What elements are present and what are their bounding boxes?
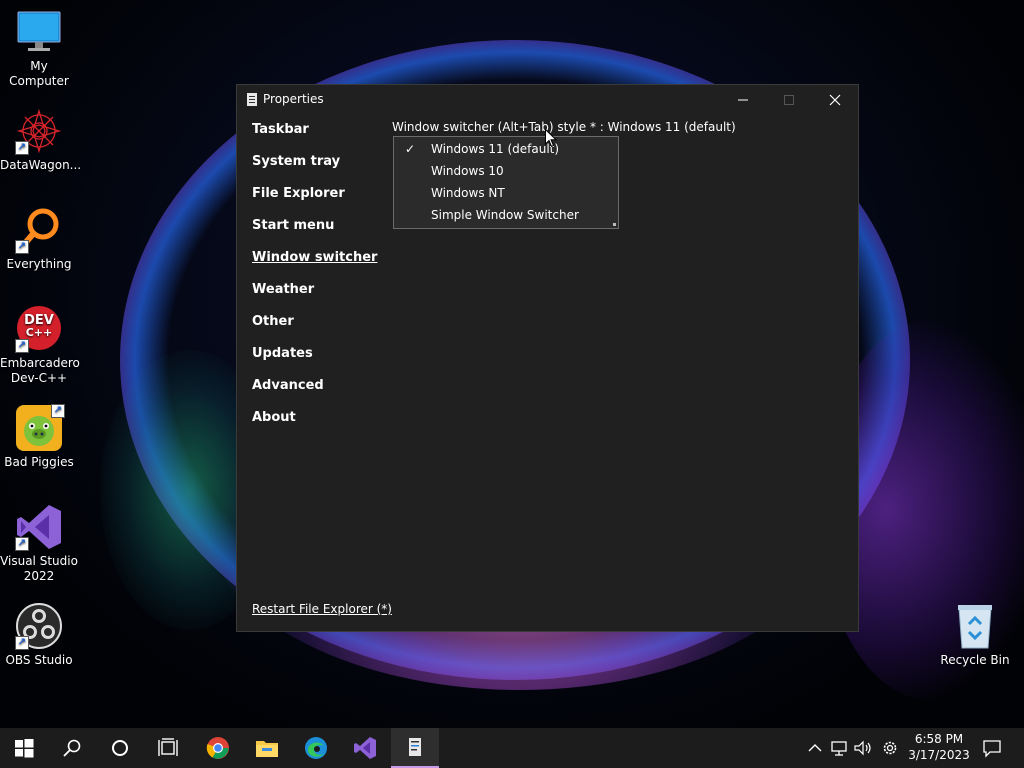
nav-item-updates[interactable]: Updates: [252, 345, 377, 377]
taskbar: 6:58 PM 3/17/2023: [0, 728, 1024, 768]
desktop-icon-datawagon[interactable]: ↗ DataWagon...: [0, 107, 82, 173]
shortcut-arrow-icon: ↗: [51, 404, 65, 418]
shortcut-arrow-icon: ↗: [15, 339, 29, 353]
resize-grip-icon[interactable]: [613, 223, 616, 226]
desktop-icon-label-line2: Dev-C++: [10, 371, 68, 385]
mouse-cursor-icon: [545, 129, 557, 148]
desktop-icon-label: Everything: [6, 257, 72, 271]
properties-app-icon: [247, 93, 257, 106]
maximize-icon: [784, 95, 794, 105]
desktop-icon-label: OBS Studio: [5, 653, 73, 667]
shortcut-arrow-icon: ↗: [15, 537, 29, 551]
properties-app-icon: [409, 738, 421, 756]
bad-piggies-icon: ↗: [15, 404, 65, 452]
desktop-icon-everything[interactable]: ↗ Everything: [0, 206, 78, 272]
window-switcher-style-menu: ✓ Windows 11 (default) Windows 10 Window…: [393, 136, 619, 229]
everything-magnifier-icon: ↗: [15, 206, 63, 254]
nav-item-weather[interactable]: Weather: [252, 281, 377, 313]
desktop-icon-label-line1: Embarcadero: [0, 356, 80, 370]
restart-file-explorer-link[interactable]: Restart File Explorer (*): [252, 602, 392, 616]
desktop-icon-obs-studio[interactable]: ↗ OBS Studio: [0, 602, 78, 668]
desktop-icon-label-line1: Visual Studio: [0, 554, 78, 568]
desktop-icon-label-line2: 2022: [23, 569, 55, 583]
close-button[interactable]: [812, 85, 858, 115]
minimize-button[interactable]: [720, 85, 766, 115]
cortana-button[interactable]: [96, 728, 144, 768]
shortcut-arrow-icon: ↗: [15, 240, 29, 254]
checkmark-icon: ✓: [405, 142, 416, 156]
menu-option-label: Windows 10: [431, 164, 504, 178]
visual-studio-icon: [354, 737, 376, 759]
desktop-icon-devcpp[interactable]: DEV C++ ↗ Embarcadero Dev-C++: [0, 305, 80, 386]
start-button[interactable]: [0, 728, 48, 768]
devcpp-icon: DEV C++ ↗: [15, 305, 63, 353]
desktop-icon-label: My Computer: [9, 59, 69, 88]
nav-item-system-tray[interactable]: System tray: [252, 153, 377, 185]
obs-icon: ↗: [15, 602, 63, 650]
file-explorer-icon: [256, 741, 278, 757]
desktop-icon-label: Bad Piggies: [4, 455, 74, 469]
menu-option-label: Simple Window Switcher: [431, 208, 579, 222]
edge-icon: [305, 737, 327, 759]
minimize-icon: [738, 99, 748, 101]
taskbar-clock[interactable]: 6:58 PM 3/17/2023: [904, 731, 974, 763]
window-title: Properties: [263, 92, 324, 106]
taskbar-visual-studio[interactable]: [341, 728, 389, 768]
nav-item-start-menu[interactable]: Start menu: [252, 217, 377, 249]
window-switcher-style-setting[interactable]: Window switcher (Alt+Tab) style * : Wind…: [392, 120, 736, 134]
monitor-icon: [15, 8, 63, 56]
taskbar-edge[interactable]: [292, 728, 340, 768]
recycle-bin-icon: [951, 602, 999, 650]
visual-studio-icon: ↗: [15, 503, 63, 551]
menu-option-label: Windows 11 (default): [431, 142, 560, 156]
desktop-icon-bad-piggies[interactable]: ↗ Bad Piggies: [0, 404, 78, 470]
chevron-up-icon[interactable]: [805, 738, 825, 758]
search-icon: [63, 739, 81, 757]
clock-date: 3/17/2023: [908, 748, 970, 762]
nav-item-advanced[interactable]: Advanced: [252, 377, 377, 409]
desktop-icon-my-computer[interactable]: My Computer: [0, 8, 78, 89]
chrome-icon: [206, 737, 229, 759]
cortana-icon: [112, 740, 128, 756]
menu-option-windows-11[interactable]: ✓ Windows 11 (default): [394, 138, 618, 160]
maximize-button[interactable]: [766, 85, 812, 115]
menu-option-label: Windows NT: [431, 186, 505, 200]
datawagon-icon: ↗: [15, 107, 63, 155]
close-icon: [829, 94, 841, 106]
menu-option-windows-nt[interactable]: Windows NT: [394, 182, 618, 204]
devcpp-badge-text2: C++: [25, 326, 53, 339]
search-button[interactable]: [48, 728, 96, 768]
desktop-icon-label: DataWagon...: [0, 158, 82, 172]
desktop-icon-recycle-bin[interactable]: Recycle Bin: [936, 602, 1014, 668]
sidebar-nav: Taskbar System tray File Explorer Start …: [252, 121, 377, 441]
properties-window: Properties Taskbar System tray File Expl…: [236, 84, 859, 632]
nav-item-file-explorer[interactable]: File Explorer: [252, 185, 377, 217]
window-titlebar[interactable]: Properties: [237, 85, 858, 115]
nav-item-taskbar[interactable]: Taskbar: [252, 121, 377, 153]
menu-option-simple-window-switcher[interactable]: Simple Window Switcher: [394, 204, 618, 226]
menu-option-windows-10[interactable]: Windows 10: [394, 160, 618, 182]
notification-icon[interactable]: [982, 738, 1002, 758]
shortcut-arrow-icon: ↗: [15, 636, 29, 650]
taskbar-chrome[interactable]: [194, 728, 242, 768]
windows-logo-icon: [15, 739, 34, 758]
clock-time: 6:58 PM: [914, 732, 964, 746]
desktop-icon-visual-studio[interactable]: ↗ Visual Studio 2022: [0, 503, 78, 584]
desktop-icon-label: Recycle Bin: [940, 653, 1010, 667]
nav-item-window-switcher[interactable]: Window switcher: [252, 249, 377, 281]
gear-icon[interactable]: [880, 738, 900, 758]
shortcut-arrow-icon: ↗: [15, 141, 29, 155]
task-view-button[interactable]: [144, 728, 192, 768]
nav-item-other[interactable]: Other: [252, 313, 377, 345]
volume-icon[interactable]: [853, 738, 873, 758]
network-icon[interactable]: [829, 738, 849, 758]
task-view-icon: [158, 738, 178, 756]
taskbar-properties[interactable]: [391, 728, 439, 768]
nav-item-about[interactable]: About: [252, 409, 377, 441]
taskbar-file-explorer[interactable]: [243, 728, 291, 768]
